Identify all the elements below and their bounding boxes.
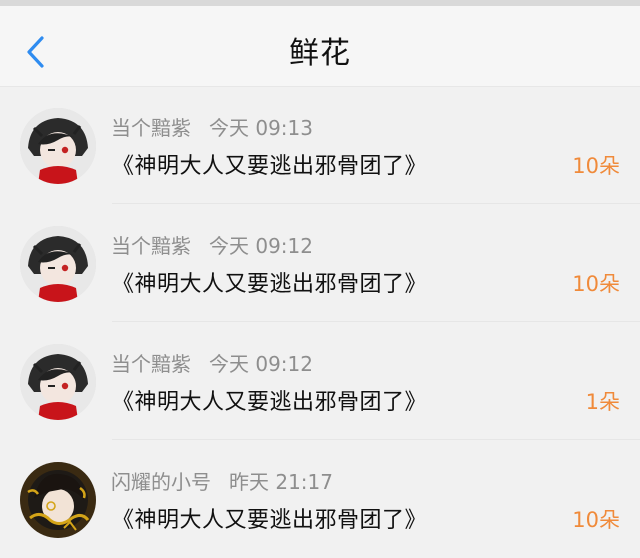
avatar-image xyxy=(20,344,96,420)
timestamp: 昨天 21:17 xyxy=(229,470,333,494)
list-item[interactable]: 当个黯紫 今天 09:12 《神明大人又要逃出邪骨团了》 1朵 xyxy=(0,322,640,440)
flower-count: 10朵 xyxy=(572,272,620,296)
avatar-image xyxy=(20,108,96,184)
book-title[interactable]: 《神明大人又要逃出邪骨团了》 xyxy=(112,266,427,298)
avatar[interactable] xyxy=(20,226,96,302)
timestamp: 今天 09:12 xyxy=(209,234,313,258)
list-item[interactable]: 当个黯紫 今天 09:12 《神明大人又要逃出邪骨团了》 10朵 xyxy=(0,204,640,322)
item-meta: 闪耀的小号 昨天 21:17 xyxy=(111,466,333,495)
flower-count: 10朵 xyxy=(572,508,620,532)
book-title[interactable]: 《神明大人又要逃出邪骨团了》 xyxy=(112,502,427,534)
book-title[interactable]: 《神明大人又要逃出邪骨团了》 xyxy=(112,148,427,180)
username[interactable]: 闪耀的小号 xyxy=(111,470,211,494)
flower-count: 1朵 xyxy=(585,390,620,414)
avatar[interactable] xyxy=(20,108,96,184)
item-meta: 当个黯紫 今天 09:13 xyxy=(111,112,313,141)
item-meta: 当个黯紫 今天 09:12 xyxy=(111,348,313,377)
avatar-image xyxy=(20,462,96,538)
username[interactable]: 当个黯紫 xyxy=(111,234,191,258)
timestamp: 今天 09:13 xyxy=(209,116,313,140)
page-title: 鲜花 xyxy=(289,36,351,71)
avatar[interactable] xyxy=(20,462,96,538)
username[interactable]: 当个黯紫 xyxy=(111,352,191,376)
book-title[interactable]: 《神明大人又要逃出邪骨团了》 xyxy=(112,384,427,416)
item-meta: 当个黯紫 今天 09:12 xyxy=(111,230,313,259)
list-item[interactable]: 闪耀的小号 昨天 21:17 《神明大人又要逃出邪骨团了》 10朵 xyxy=(0,440,640,558)
username[interactable]: 当个黯紫 xyxy=(111,116,191,140)
nav-header: 鲜花 xyxy=(0,6,640,87)
avatar[interactable] xyxy=(20,344,96,420)
timestamp: 今天 09:12 xyxy=(209,352,313,376)
avatar-image xyxy=(20,226,96,302)
flower-count: 10朵 xyxy=(572,154,620,178)
list-item[interactable]: 当个黯紫 今天 09:13 《神明大人又要逃出邪骨团了》 10朵 xyxy=(0,86,640,204)
flower-list: 当个黯紫 今天 09:13 《神明大人又要逃出邪骨团了》 10朵 当个黯紫 今天 0… xyxy=(0,86,640,558)
